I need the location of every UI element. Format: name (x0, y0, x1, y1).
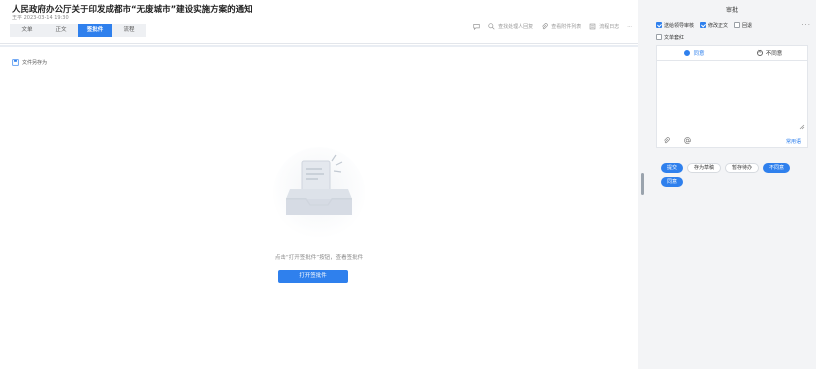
option-label: 送给领导审核 (664, 22, 695, 29)
option-label: 修改正文 (708, 22, 729, 29)
option-rollback[interactable]: 回退 (734, 22, 752, 29)
tab-signed-doc[interactable]: 签批件 (78, 24, 112, 37)
agree-selector: 同意 不同意 (657, 46, 807, 61)
tab-workflow[interactable]: 流程 (112, 24, 146, 37)
agree-radio[interactable]: 同意 (657, 49, 732, 57)
approval-options: 送给领导审核 修改正文 回退 ··· 文单套红 (656, 19, 811, 43)
checkbox-checked-icon (656, 22, 662, 28)
checkbox-icon (656, 34, 662, 40)
common-phrases-link[interactable]: 常用语 (786, 138, 801, 145)
opinion-toolbar: 常用语 (657, 135, 807, 147)
paperclip-icon (542, 23, 548, 30)
radio-x-icon (756, 49, 763, 56)
opinion-input[interactable] (661, 64, 803, 120)
document-toolbar: 查找处理人回复 查看附件列表 流程日志 ··· (473, 23, 632, 30)
disagree-radio[interactable]: 不同意 (732, 49, 807, 57)
disagree-button[interactable]: 不同意 (763, 163, 791, 173)
option-send-to-leader[interactable]: 送给领导审核 (656, 22, 694, 29)
content-divider (0, 45, 638, 47)
submit-button[interactable]: 提交 (661, 163, 684, 173)
workflow-log-label: 流程日志 (599, 24, 620, 30)
disagree-label: 不同意 (765, 51, 783, 57)
checkbox-checked-icon (700, 22, 707, 28)
document-pane: 人民政府办公厅关于印发成都市“无废城市”建设实施方案的通知 王平 2023-03… (0, 0, 638, 369)
resize-grip-icon[interactable] (799, 124, 805, 130)
hold-pending-button[interactable]: 暂存待办 (725, 163, 760, 173)
save-as-label: 文件另存为 (22, 60, 48, 66)
search-replies-label: 查找处理人回复 (498, 24, 534, 30)
tab-body-text[interactable]: 正文 (44, 24, 78, 37)
empty-inbox-illustration (273, 147, 365, 237)
document-header: 人民政府办公厅关于印发成都市“无废城市”建设实施方案的通知 王平 2023-03… (0, 0, 638, 44)
agree-label: 同意 (693, 51, 705, 57)
open-signed-doc-button[interactable]: 打开签批件 (278, 270, 348, 283)
agree-button[interactable]: 同意 (661, 177, 684, 187)
document-author-time: 王平 2023-03-14 19:30 (12, 15, 69, 21)
action-buttons: 提交 存为草稿 暂存待办 不同意 同意 (661, 163, 811, 191)
attachments-button[interactable]: 查看附件列表 (541, 23, 581, 30)
log-icon (589, 23, 596, 30)
option-red-header[interactable]: 文单套红 (656, 34, 684, 41)
save-icon (12, 59, 19, 66)
empty-state-message: 点击“打开签批件”按钮，查看签批件 (274, 255, 364, 261)
option-label: 回退 (742, 22, 753, 29)
save-as-button[interactable]: 文件另存为 (12, 59, 47, 66)
search-replies-button[interactable]: 查找处理人回复 (488, 23, 533, 30)
option-label: 文单套红 (664, 34, 685, 41)
mention-icon[interactable] (684, 136, 691, 146)
tab-form[interactable]: 文单 (10, 24, 44, 37)
save-draft-button[interactable]: 存为草稿 (687, 163, 722, 173)
toolbar-more-button[interactable]: ··· (627, 24, 632, 30)
attachments-label: 查看附件列表 (551, 24, 582, 30)
search-icon (488, 23, 495, 30)
options-more-button[interactable]: ··· (801, 21, 811, 29)
chat-bubble-icon (473, 24, 480, 30)
pane-resize-handle[interactable] (641, 173, 644, 195)
document-tabs: 文单 正文 签批件 流程 (10, 24, 146, 37)
option-edit-body[interactable]: 修改正文 (700, 22, 728, 29)
checkbox-icon (734, 22, 741, 28)
opinion-box: 同意 不同意 常用语 (656, 45, 808, 148)
workflow-log-button[interactable]: 流程日志 (589, 23, 619, 30)
attach-paperclip-icon[interactable] (663, 136, 670, 146)
radio-selected-icon (684, 50, 691, 56)
comment-button[interactable] (473, 23, 480, 30)
approval-panel: 审批 送给领导审核 修改正文 回退 ··· 文单套红 同意 × 不同意 常用语 … (648, 0, 816, 369)
panel-title: 审批 (725, 7, 738, 14)
